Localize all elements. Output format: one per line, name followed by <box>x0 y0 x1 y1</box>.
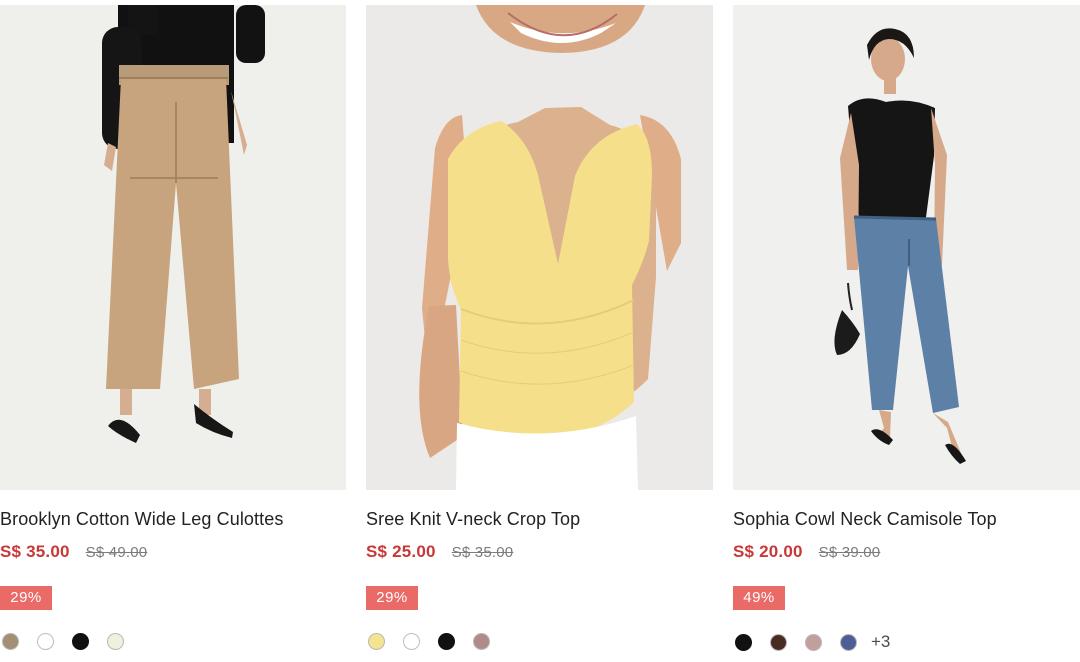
discount-badge: 29% <box>366 586 418 610</box>
color-swatch[interactable] <box>2 633 19 650</box>
discount-badge: 29% <box>0 586 52 610</box>
product-title[interactable]: Brooklyn Cotton Wide Leg Culottes <box>0 508 283 530</box>
product-image[interactable] <box>366 5 713 490</box>
original-price: S$ 39.00 <box>818 543 881 561</box>
color-swatches <box>368 633 490 650</box>
price-row: S$ 25.00 S$ 35.00 <box>366 542 513 562</box>
sale-price: S$ 25.00 <box>366 542 436 561</box>
color-swatch[interactable] <box>107 633 124 650</box>
product-image[interactable] <box>0 5 346 490</box>
sale-price: S$ 35.00 <box>0 542 70 561</box>
color-swatch[interactable] <box>840 633 857 651</box>
product-image[interactable] <box>733 5 1080 490</box>
color-swatch[interactable] <box>473 633 490 650</box>
sale-price: S$ 20.00 <box>733 542 803 561</box>
color-swatch[interactable] <box>735 633 752 651</box>
color-swatches <box>2 633 124 650</box>
color-swatch[interactable] <box>368 633 385 650</box>
original-price: S$ 49.00 <box>85 543 148 561</box>
product-grid: Brooklyn Cotton Wide Leg Culottes S$ 35.… <box>0 0 1080 662</box>
price-row: S$ 20.00 S$ 39.00 <box>733 542 880 562</box>
color-swatch[interactable] <box>770 633 787 651</box>
more-colors-link[interactable]: +3 <box>871 633 890 651</box>
color-swatches: +3 <box>735 633 890 651</box>
price-row: S$ 35.00 S$ 49.00 <box>0 542 147 562</box>
color-swatch[interactable] <box>72 633 89 650</box>
product-card[interactable]: Sree Knit V-neck Crop Top S$ 25.00 S$ 35… <box>366 0 713 662</box>
original-price: S$ 35.00 <box>451 543 514 561</box>
product-card[interactable]: Brooklyn Cotton Wide Leg Culottes S$ 35.… <box>0 0 346 662</box>
product-card[interactable]: Sophia Cowl Neck Camisole Top S$ 20.00 S… <box>733 0 1080 662</box>
color-swatch[interactable] <box>438 633 455 650</box>
color-swatch[interactable] <box>805 633 822 651</box>
product-title[interactable]: Sree Knit V-neck Crop Top <box>366 508 580 530</box>
color-swatch[interactable] <box>403 633 420 650</box>
product-title[interactable]: Sophia Cowl Neck Camisole Top <box>733 508 997 530</box>
discount-badge: 49% <box>733 586 785 610</box>
color-swatch[interactable] <box>37 633 54 650</box>
